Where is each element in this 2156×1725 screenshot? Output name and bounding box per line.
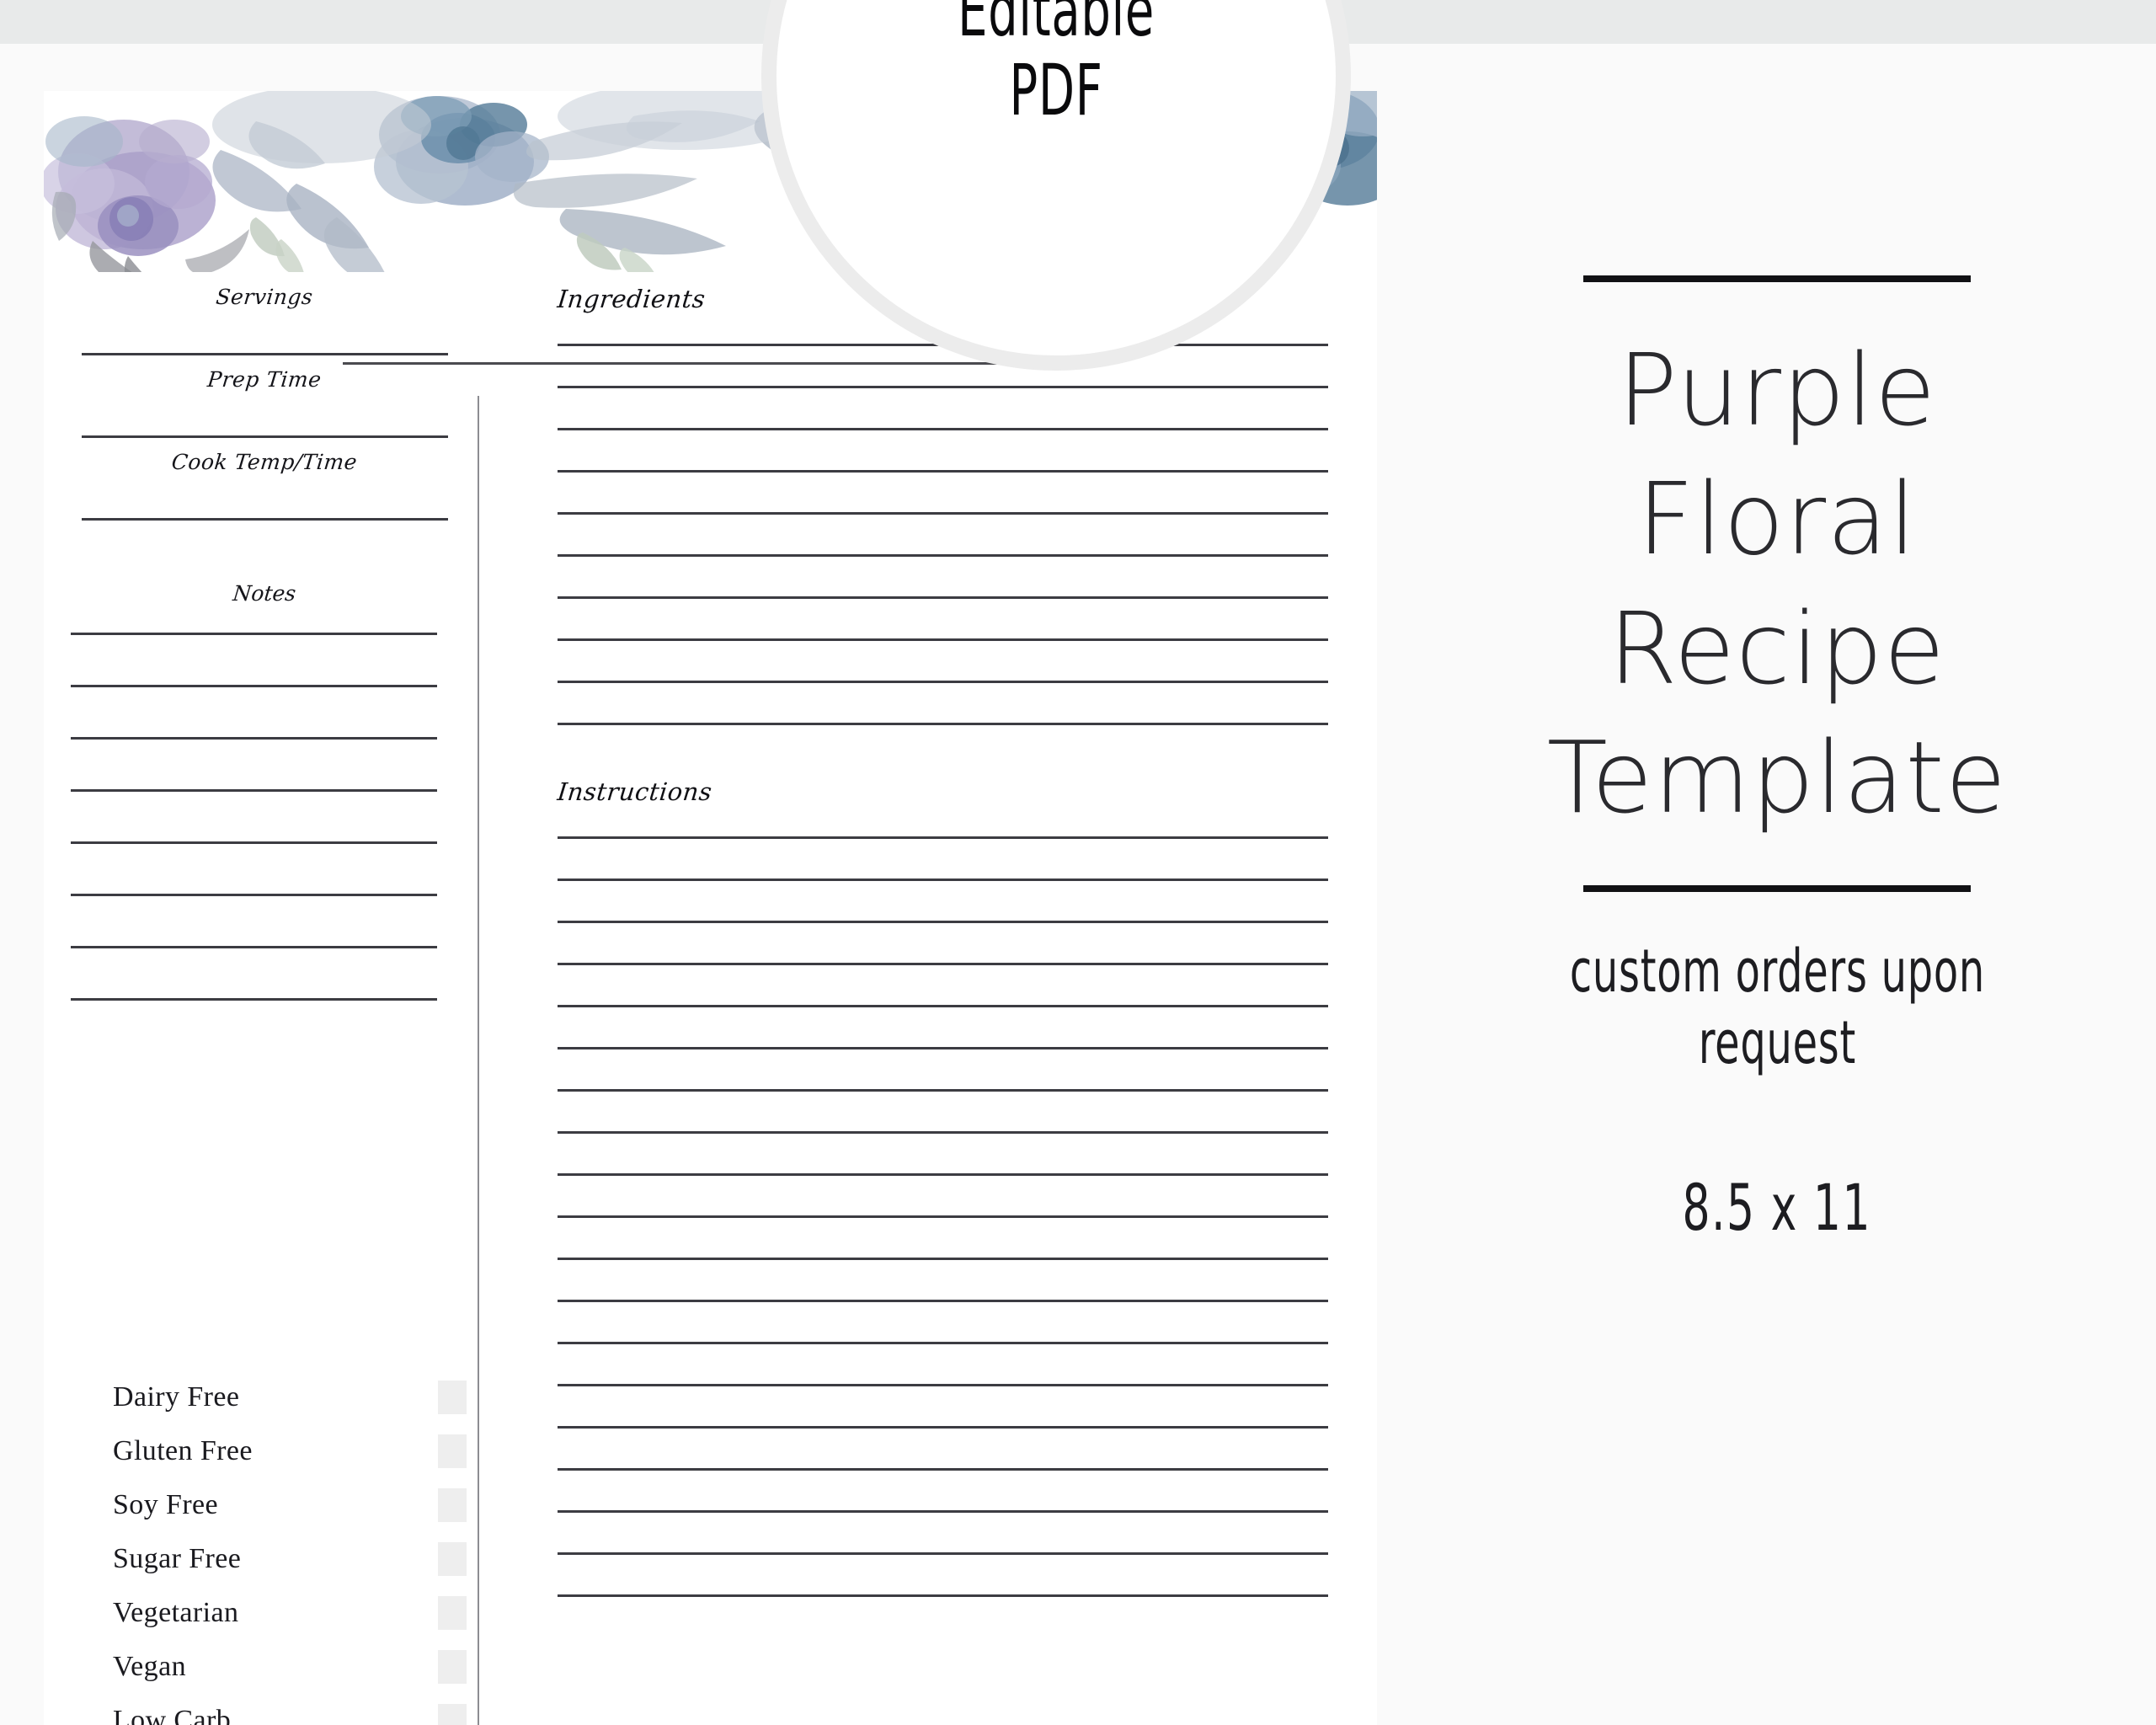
diet-option-label: Soy Free [113, 1489, 219, 1520]
servings-label: Servings [215, 285, 314, 309]
instruction-input-line[interactable] [558, 1510, 1328, 1513]
prep-time-label: Prep Time [205, 367, 323, 392]
diet-option-checkbox[interactable] [438, 1542, 467, 1576]
diet-option-row[interactable]: Sugar Free [113, 1532, 467, 1586]
diet-option-checkbox[interactable] [438, 1650, 467, 1684]
notes-input-line[interactable] [71, 789, 437, 792]
promo-title: Purple Floral Recipe Template [1547, 326, 2007, 843]
diet-option-checkbox[interactable] [438, 1381, 467, 1414]
badge-line-2: PDF [1009, 48, 1103, 131]
promo-subtitle-line-2: request [1698, 1007, 1856, 1077]
recipe-meta-column: Servings Prep Time Cook Temp/Time Notes [71, 285, 458, 1001]
diet-option-checkbox[interactable] [438, 1434, 467, 1468]
notes-lines-container [71, 633, 458, 1001]
instruction-input-line[interactable] [558, 1426, 1328, 1429]
instruction-input-line[interactable] [558, 1089, 1328, 1092]
instruction-input-line[interactable] [558, 1047, 1328, 1049]
instruction-input-line[interactable] [558, 1005, 1328, 1007]
instruction-input-line[interactable] [558, 1594, 1328, 1597]
diet-option-row[interactable]: Soy Free [113, 1478, 467, 1532]
instruction-input-line[interactable] [558, 1215, 1328, 1218]
promo-title-line-1: Purple [1617, 332, 1937, 448]
diet-option-label: Dairy Free [113, 1381, 240, 1413]
recipe-form-column: Ingredients Instructions [556, 285, 1328, 1597]
meta-field-prep-time: Prep Time [71, 367, 458, 438]
diet-option-row[interactable]: Vegetarian [113, 1586, 467, 1640]
diet-option-row[interactable]: Low Carb [113, 1694, 467, 1725]
promo-title-line-2: Floral [1636, 461, 1918, 578]
diet-option-checkbox[interactable] [438, 1488, 467, 1522]
promo-title-line-4: Template [1546, 719, 2008, 836]
notes-input-line[interactable] [71, 633, 437, 635]
notes-input-line[interactable] [71, 946, 437, 948]
diet-option-label: Vegan [113, 1651, 186, 1682]
diet-option-row[interactable]: Gluten Free [113, 1424, 467, 1478]
ingredient-input-line[interactable] [558, 470, 1328, 473]
diet-option-label: Vegetarian [113, 1597, 239, 1628]
promo-subtitle: custom orders upon request [1569, 936, 1984, 1080]
instruction-input-line[interactable] [558, 836, 1328, 839]
instruction-input-line[interactable] [558, 1552, 1328, 1555]
promo-title-line-3: Recipe [1608, 590, 1946, 707]
notes-input-line[interactable] [71, 737, 437, 740]
instruction-input-line[interactable] [558, 1468, 1328, 1471]
diet-checklist: Dairy Free Gluten Free Soy Free Sugar Free V… [113, 1370, 467, 1725]
diet-option-label: Gluten Free [113, 1435, 253, 1466]
instruction-input-line[interactable] [558, 1384, 1328, 1386]
ingredient-input-line[interactable] [558, 681, 1328, 683]
ingredient-input-line[interactable] [558, 512, 1328, 515]
diet-option-row[interactable]: Dairy Free [113, 1370, 467, 1424]
notes-input-line[interactable] [71, 894, 437, 896]
ingredient-input-line[interactable] [558, 428, 1328, 430]
instruction-input-line[interactable] [558, 1342, 1328, 1344]
promo-rule-top [1583, 275, 1971, 282]
meta-field-servings: Servings [71, 285, 458, 355]
ingredient-input-line[interactable] [558, 596, 1328, 599]
ingredients-lines-container [558, 344, 1328, 725]
diet-option-checkbox[interactable] [438, 1596, 467, 1630]
instruction-input-line[interactable] [558, 1300, 1328, 1302]
ingredient-input-line[interactable] [558, 554, 1328, 557]
instruction-input-line[interactable] [558, 879, 1328, 881]
notes-label: Notes [232, 581, 297, 606]
instruction-input-line[interactable] [558, 963, 1328, 965]
diet-option-label: Low Carb [113, 1705, 232, 1725]
ingredient-input-line[interactable] [558, 638, 1328, 641]
instruction-input-line[interactable] [558, 1258, 1328, 1260]
promo-panel: Purple Floral Recipe Template custom ord… [1398, 44, 2156, 1725]
ingredient-input-line[interactable] [558, 386, 1328, 388]
notes-input-line[interactable] [71, 841, 437, 844]
promo-subtitle-line-1: custom orders upon [1569, 936, 1985, 1006]
notes-section: Notes [71, 581, 458, 1001]
instructions-label: Instructions [556, 777, 714, 806]
diet-option-label: Sugar Free [113, 1543, 242, 1574]
promo-rule-bottom [1583, 884, 1971, 892]
instruction-input-line[interactable] [558, 921, 1328, 923]
diet-option-row[interactable]: Vegan [113, 1640, 467, 1694]
notes-input-line[interactable] [71, 998, 437, 1001]
instruction-input-line[interactable] [558, 1131, 1328, 1134]
badge-line-1: Editable [958, 0, 1155, 52]
notes-input-line[interactable] [71, 685, 437, 687]
instructions-lines-container [558, 836, 1328, 1597]
promo-size-label: 8.5 x 11 [1682, 1170, 1872, 1246]
diet-option-checkbox[interactable] [438, 1704, 467, 1725]
meta-field-cook-temp-time: Cook Temp/Time [71, 450, 458, 521]
instruction-input-line[interactable] [558, 1173, 1328, 1176]
cook-temp-time-label: Cook Temp/Time [170, 450, 359, 474]
column-divider [478, 396, 479, 1725]
